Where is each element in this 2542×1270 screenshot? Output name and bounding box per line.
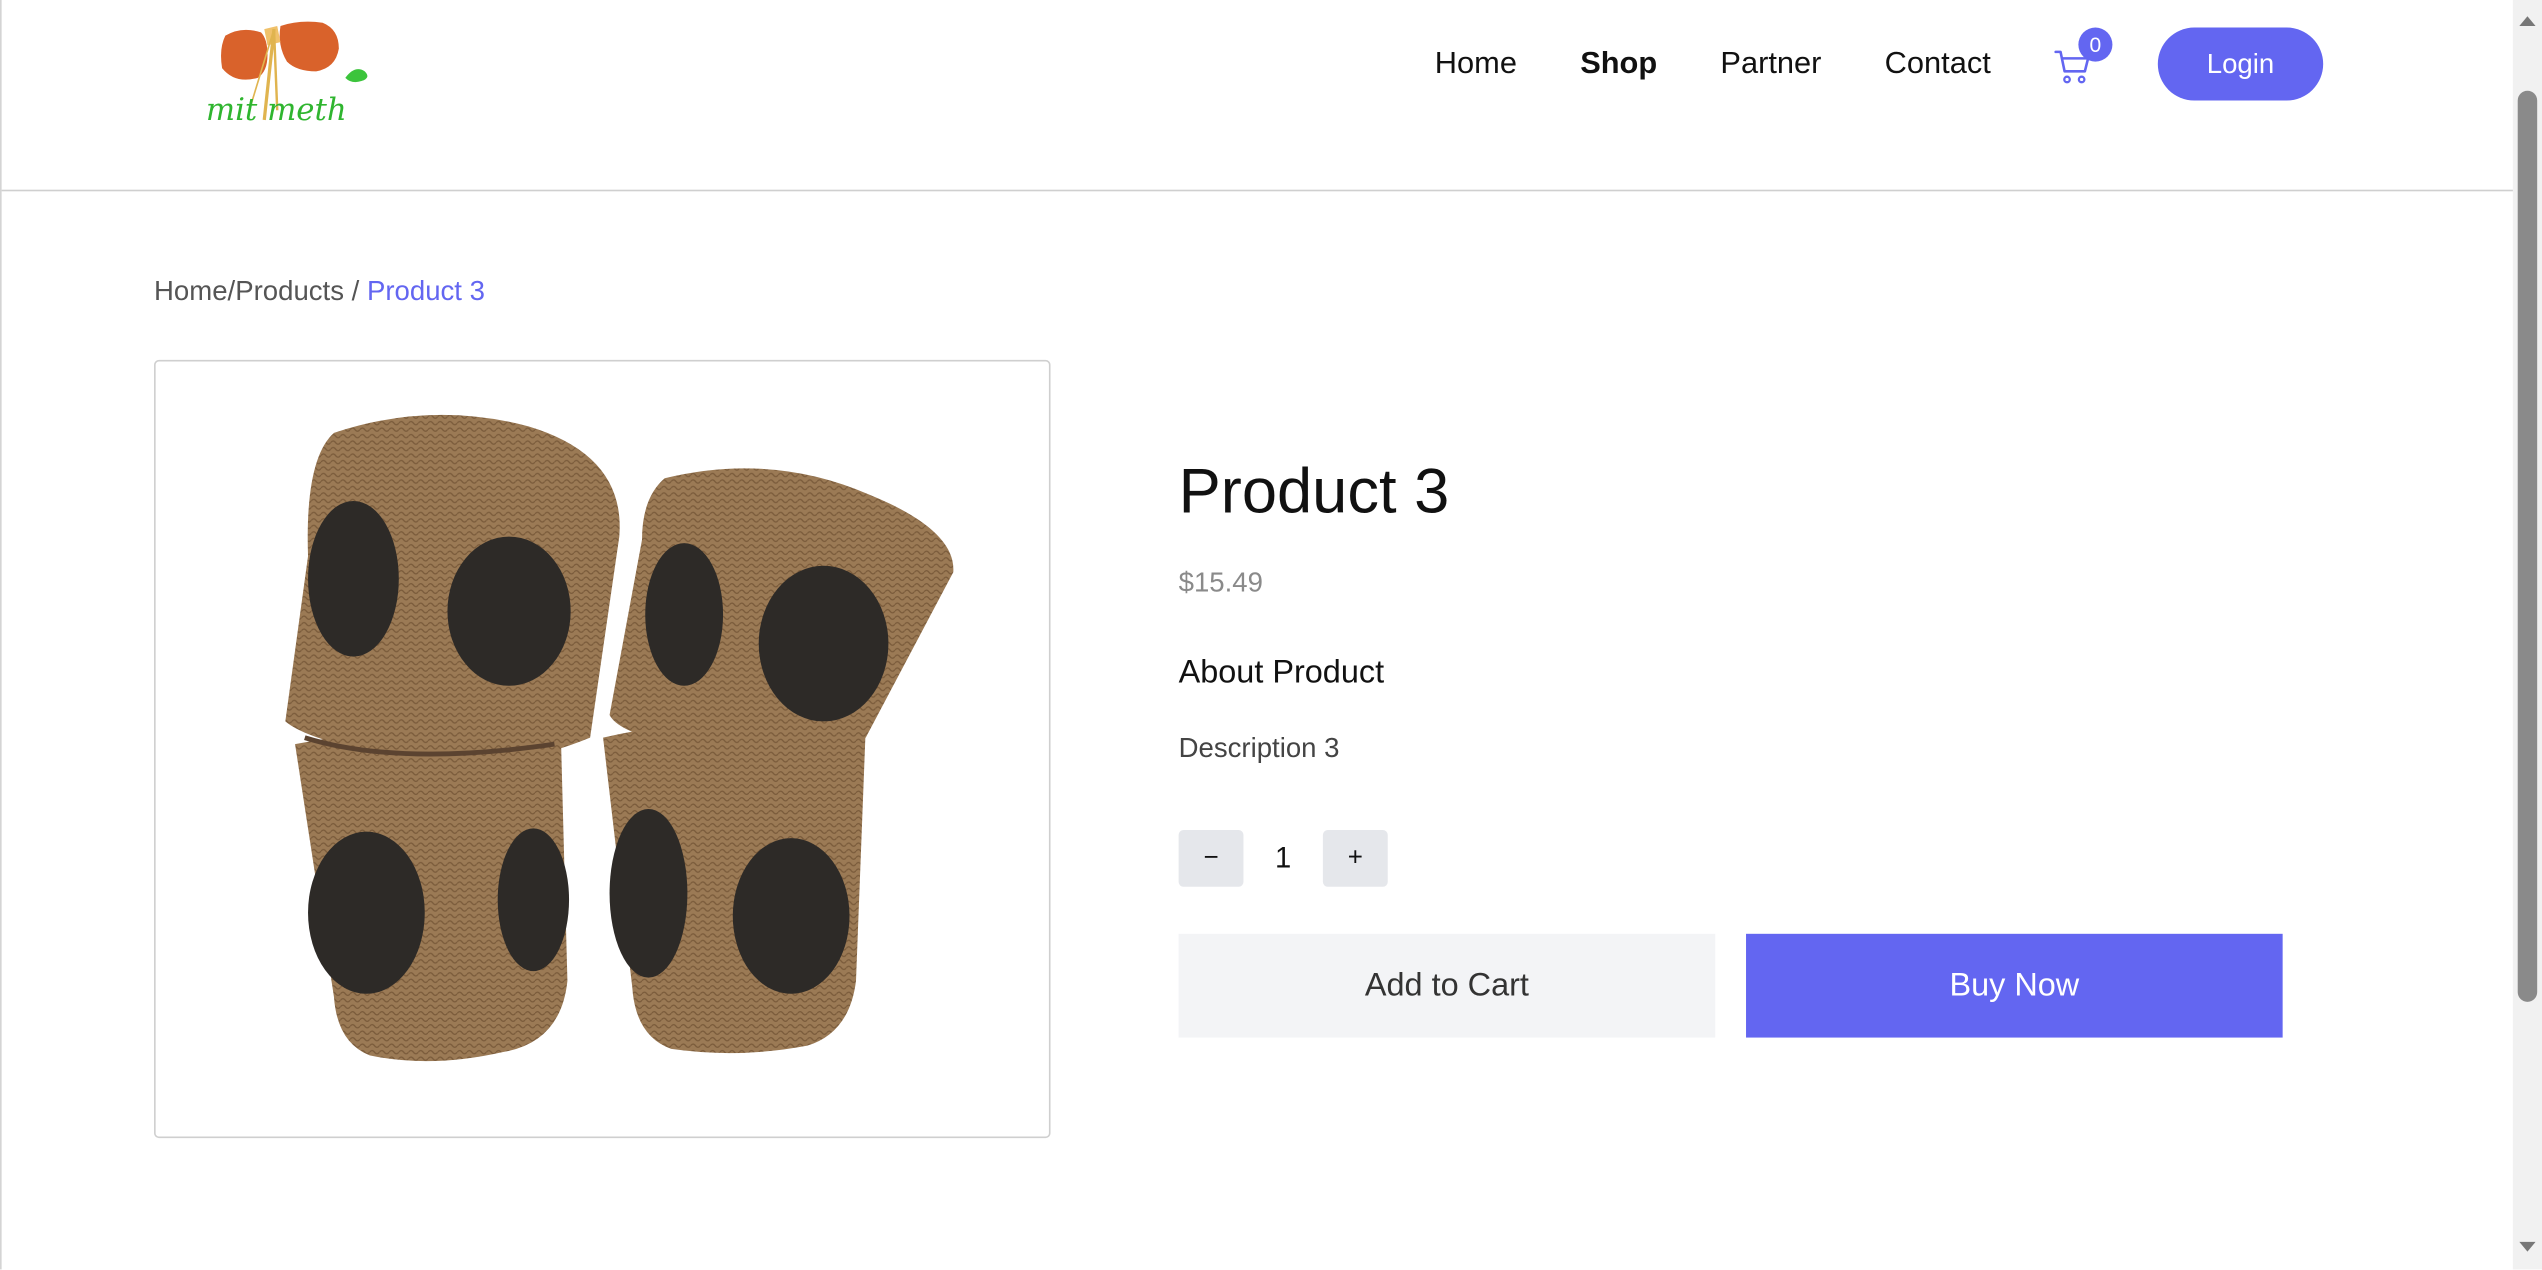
scroll-up-arrow-icon[interactable] xyxy=(2519,16,2536,26)
vertical-scrollbar[interactable] xyxy=(2512,0,2542,1270)
product-image-card xyxy=(154,359,1051,1139)
quantity-stepper: − 1 + xyxy=(1178,830,2298,887)
decrement-button[interactable]: − xyxy=(1178,830,1244,887)
nav-home[interactable]: Home xyxy=(1435,46,1517,82)
cart-count-badge: 0 xyxy=(2078,26,2113,61)
breadcrumb-products[interactable]: Products xyxy=(235,276,344,307)
scrollbar-thumb[interactable] xyxy=(2517,90,2538,1002)
product-info: Product 3 $15.49 About Product Descripti… xyxy=(1178,454,2298,1038)
site-logo[interactable]: mit meth xyxy=(203,13,381,130)
breadcrumb-home[interactable]: Home xyxy=(154,276,228,307)
svg-text:mit meth: mit meth xyxy=(206,92,347,128)
breadcrumb-separator: / xyxy=(227,275,236,307)
product-image xyxy=(285,414,954,1062)
login-button[interactable]: Login xyxy=(2157,27,2324,101)
quantity-value[interactable]: 1 xyxy=(1243,841,1322,875)
logo-image: mit meth xyxy=(206,21,368,128)
breadcrumb: Home/Products / Product 3 xyxy=(154,276,485,308)
nav-contact[interactable]: Contact xyxy=(1885,46,1991,82)
product-title: Product 3 xyxy=(1178,457,1450,527)
purchase-actions: Add to Cart Buy Now xyxy=(1178,933,2298,1038)
product-description: Description 3 xyxy=(1178,732,1340,764)
add-to-cart-button[interactable]: Add to Cart xyxy=(1178,933,1716,1038)
scroll-down-arrow-icon[interactable] xyxy=(2519,1241,2536,1252)
nav-shop[interactable]: Shop xyxy=(1580,46,1657,82)
main-nav: Home Shop Partner Contact 0 Login xyxy=(1435,26,2324,101)
breadcrumb-current: Product 3 xyxy=(366,275,485,307)
product-price: $15.49 xyxy=(1178,567,1263,599)
breadcrumb-separator: / xyxy=(343,275,367,307)
increment-button[interactable]: + xyxy=(1322,830,1388,887)
nav-partner[interactable]: Partner xyxy=(1720,46,1821,82)
buy-now-button[interactable]: Buy Now xyxy=(1746,933,2283,1038)
cart-button[interactable]: 0 xyxy=(2054,26,2113,85)
page: mit meth Home Shop Partner Contact 0 Log… xyxy=(0,0,2515,1270)
about-product-heading: About Product xyxy=(1178,654,1385,691)
site-header: mit meth Home Shop Partner Contact 0 Log… xyxy=(1,0,2515,192)
